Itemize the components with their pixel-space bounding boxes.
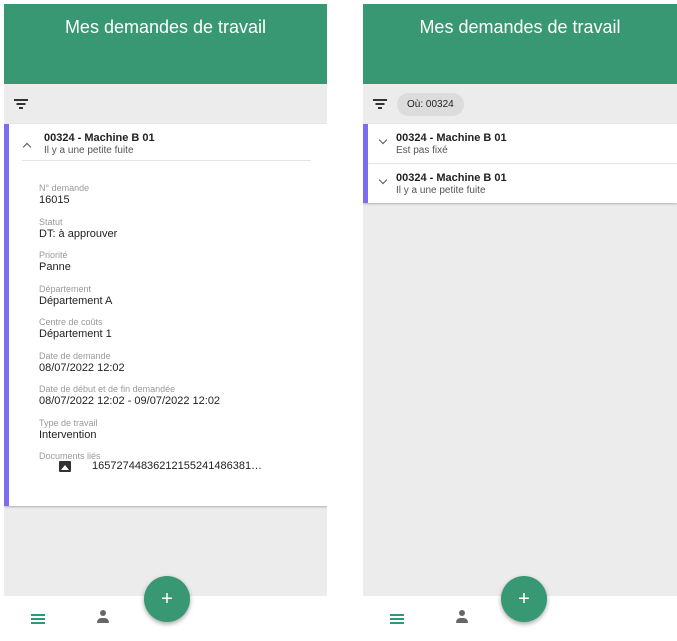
app-bar: Mes demandes de travail <box>363 4 677 84</box>
list-item[interactable]: 00324 - Machine B 01 Il y a une petite f… <box>368 163 677 203</box>
request-date-label: Date de demande <box>39 350 111 361</box>
chevron-down-icon[interactable] <box>378 135 388 145</box>
request-date-value: 08/07/2022 12:02 <box>39 361 125 374</box>
department-label: Département <box>39 283 92 294</box>
list-icon[interactable] <box>31 614 45 624</box>
priority-label: Priorité <box>39 250 68 260</box>
request-description: Il y a une petite fuite <box>396 185 486 196</box>
app-title: Mes demandes de travail <box>64 17 267 37</box>
person-icon[interactable] <box>455 610 469 624</box>
request-title: 00324 - Machine B 01 <box>396 172 507 184</box>
left-screen: Mes demandes de travail 00324 - Machine … <box>4 4 327 641</box>
request-title: 00324 - Machine B 01 <box>396 132 507 144</box>
priority-value: Panne <box>39 261 71 273</box>
request-number-value: 16015 <box>39 194 70 206</box>
linked-document[interactable]: 16572744836212155241486381… <box>59 460 262 472</box>
cost-center-value: Département 1 <box>39 328 112 340</box>
image-icon <box>59 460 71 472</box>
add-request-button[interactable]: + <box>144 576 190 622</box>
work-type-value: Intervention <box>39 428 97 441</box>
app-title: Mes demandes de travail <box>419 17 621 37</box>
right-screen: Mes demandes de travail Où: 00324 00324 … <box>363 4 677 641</box>
filter-bar <box>4 84 327 124</box>
status-label: Statut <box>39 216 63 227</box>
request-description: Il y a une petite fuite <box>44 145 134 156</box>
request-title: 00324 - Machine B 01 <box>44 132 155 144</box>
chevron-up-icon[interactable] <box>22 142 32 152</box>
add-request-button[interactable]: + <box>501 576 547 622</box>
request-list: 00324 - Machine B 01 Est pas fixé 00324 … <box>363 124 677 203</box>
date-range-label: Date de début et de fin demandée <box>39 384 176 394</box>
chevron-down-icon[interactable] <box>378 175 388 185</box>
request-card-header[interactable]: 00324 - Machine B 01 Il y a une petite f… <box>22 132 311 161</box>
list-item[interactable]: 00324 - Machine B 01 Est pas fixé <box>368 124 677 163</box>
filter-icon[interactable] <box>373 98 387 110</box>
request-card-expanded: 00324 - Machine B 01 Il y a une petite f… <box>4 124 327 506</box>
person-icon[interactable] <box>96 610 110 624</box>
status-value: DT: à approuver <box>39 227 118 240</box>
department-value: Département A <box>39 294 113 307</box>
app-bar: Mes demandes de travail <box>4 4 327 84</box>
filter-icon[interactable] <box>14 98 28 110</box>
work-type-label: Type de travail <box>39 417 98 428</box>
list-icon[interactable] <box>390 614 404 624</box>
request-description: Est pas fixé <box>396 145 448 156</box>
cost-center-label: Centre de coûts <box>39 317 103 327</box>
document-name[interactable]: 16572744836212155241486381… <box>92 460 262 472</box>
request-details: N° demande 16015 Statut DT: à approuver … <box>39 182 319 462</box>
filter-bar: Où: 00324 <box>363 84 677 124</box>
date-range-value: 08/07/2022 12:02 - 09/07/2022 12:02 <box>39 395 221 407</box>
filter-chip[interactable]: Où: 00324 <box>397 92 464 116</box>
request-number-label: N° demande <box>39 183 90 193</box>
